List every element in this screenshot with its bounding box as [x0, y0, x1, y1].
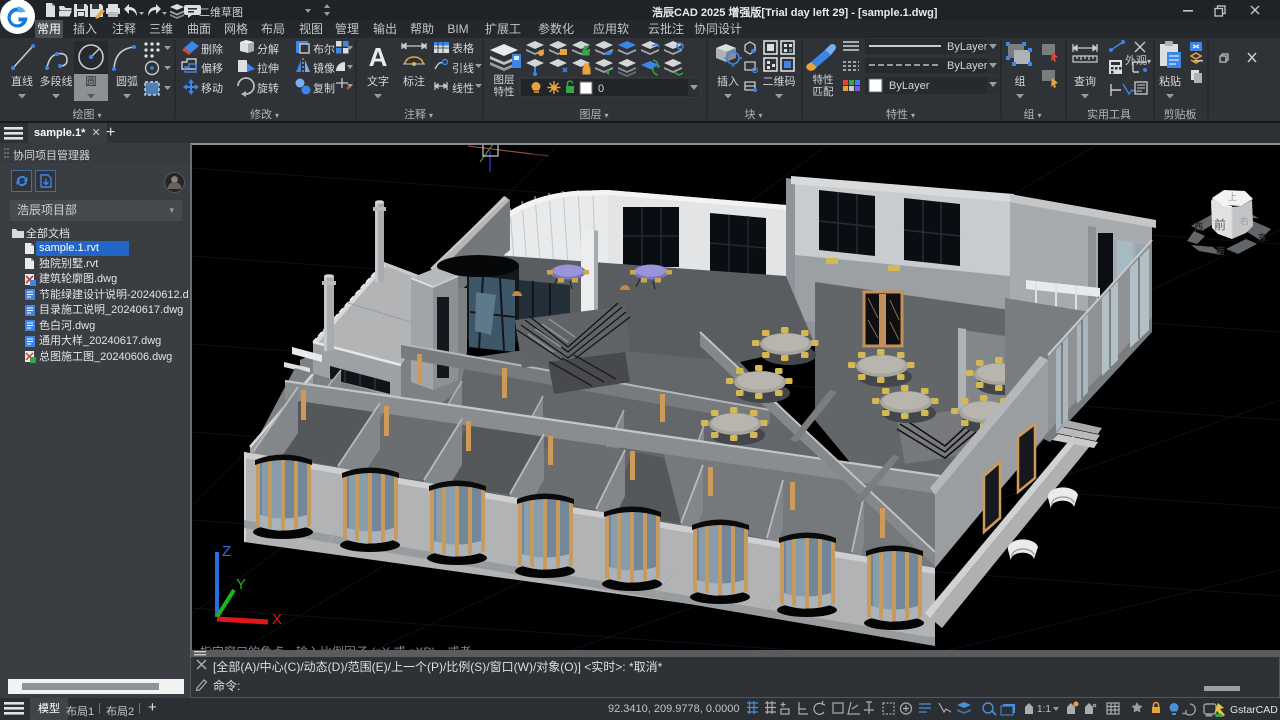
svg-text:布尔: 布尔 — [313, 43, 335, 56]
svg-text:圆: 圆 — [86, 75, 97, 88]
svg-text:图层: 图层 — [494, 74, 515, 86]
svg-text:文字: 文字 — [367, 74, 389, 88]
svg-text:西: 西 — [1194, 222, 1203, 232]
svg-text:东: 东 — [1258, 232, 1267, 243]
svg-text:右: 右 — [1240, 215, 1249, 226]
svg-text:插入: 插入 — [717, 74, 739, 88]
svg-text:复制: 复制 — [313, 81, 335, 95]
svg-text:特性: 特性 — [494, 85, 515, 98]
svg-text:1:1: 1:1 — [1037, 704, 1051, 715]
svg-text:直线: 直线 — [11, 74, 33, 88]
svg-text:查询: 查询 — [1074, 74, 1096, 88]
svg-text:上: 上 — [1228, 192, 1237, 202]
svg-text:二维码: 二维码 — [763, 75, 796, 88]
svg-text:南: 南 — [1216, 245, 1225, 256]
svg-text:旋转: 旋转 — [257, 81, 279, 95]
svg-text:ByLayer: ByLayer — [947, 41, 988, 53]
svg-text:0: 0 — [598, 83, 604, 95]
svg-text:A: A — [369, 42, 388, 72]
svg-text:前: 前 — [1214, 217, 1226, 232]
svg-text:圆弧: 圆弧 — [116, 74, 138, 88]
svg-text:ByLayer: ByLayer — [889, 80, 930, 92]
svg-text:粘贴: 粘贴 — [1159, 74, 1181, 88]
svg-text:ByLayer: ByLayer — [947, 60, 988, 72]
svg-text:表格: 表格 — [452, 41, 474, 55]
svg-text:多段线: 多段线 — [40, 74, 73, 88]
svg-text:偏移: 偏移 — [201, 61, 223, 75]
svg-text:组: 组 — [1015, 74, 1026, 88]
svg-text:Z: Z — [222, 543, 231, 560]
svg-text:分解: 分解 — [257, 42, 279, 56]
svg-text:镜像: 镜像 — [313, 61, 335, 75]
svg-text:标注: 标注 — [403, 74, 425, 88]
svg-text:拉伸: 拉伸 — [257, 61, 279, 75]
svg-text:特性: 特性 — [813, 73, 834, 86]
svg-text:匹配: 匹配 — [813, 86, 834, 98]
svg-text:删除: 删除 — [201, 42, 223, 56]
svg-text:GstarCAD: GstarCAD — [1230, 704, 1278, 716]
svg-text:X: X — [272, 611, 282, 628]
svg-text:移动: 移动 — [201, 82, 223, 95]
svg-text:线性: 线性 — [452, 81, 474, 95]
svg-text:引线: 引线 — [452, 61, 474, 75]
svg-text:Y: Y — [236, 576, 246, 593]
